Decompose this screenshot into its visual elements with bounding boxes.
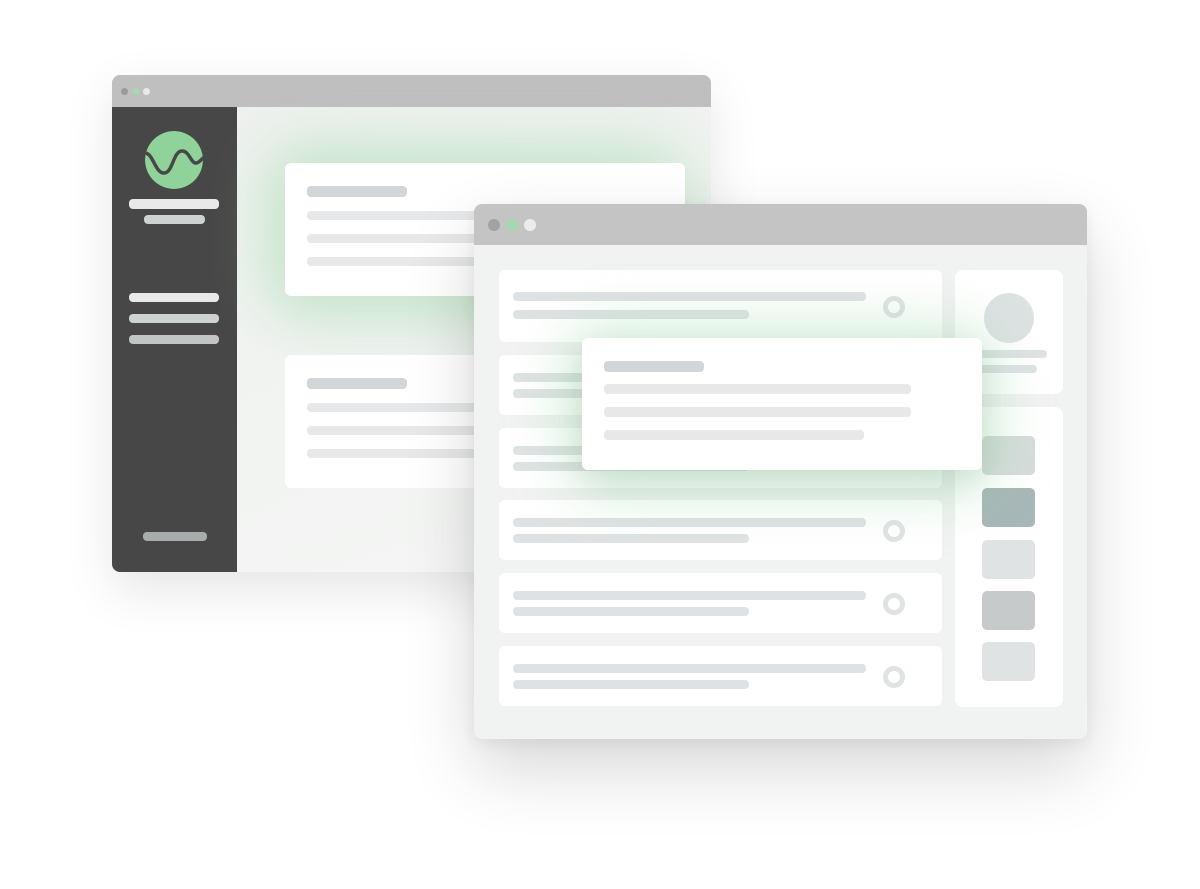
sidebar-nav-item-2[interactable] [129, 314, 219, 323]
popup-line-placeholder [604, 407, 911, 417]
close-dot-icon[interactable] [488, 218, 500, 231]
radio-circle-icon[interactable] [883, 666, 905, 688]
list-item-title-placeholder [513, 664, 866, 673]
profile-subtitle-placeholder [979, 365, 1037, 373]
list-item[interactable] [499, 646, 942, 706]
illustration-stage [0, 0, 1200, 889]
list-item-title-placeholder [513, 292, 866, 301]
wave-logo-icon [145, 131, 203, 189]
radio-circle-icon[interactable] [883, 296, 905, 318]
color-swatch[interactable] [982, 488, 1035, 527]
sidebar-nav-item-3[interactable] [129, 335, 219, 344]
minimize-dot-icon[interactable] [524, 218, 536, 231]
card-title-placeholder [307, 378, 407, 389]
popup-title-placeholder [604, 361, 704, 372]
popup-line-placeholder [604, 384, 911, 394]
list-item[interactable] [499, 573, 942, 633]
sidebar-footer-item[interactable] [143, 532, 207, 541]
list-item-subtitle-placeholder [513, 607, 749, 616]
radio-circle-icon[interactable] [883, 593, 905, 615]
app-name-placeholder [129, 199, 219, 209]
sidebar-nav-item-1[interactable] [129, 293, 219, 302]
minimize-dot-icon[interactable] [143, 87, 150, 95]
popup-line-placeholder [604, 430, 864, 440]
floating-popup-card[interactable] [582, 338, 982, 470]
avatar-placeholder-icon[interactable] [984, 293, 1034, 343]
color-swatch[interactable] [982, 436, 1035, 475]
sidebar [112, 107, 237, 572]
list-item[interactable] [499, 500, 942, 560]
list-item-title-placeholder [513, 518, 866, 527]
color-swatch[interactable] [982, 591, 1035, 630]
list-item-subtitle-placeholder [513, 534, 749, 543]
list-item-subtitle-placeholder [513, 310, 749, 319]
maximize-dot-icon[interactable] [506, 218, 518, 231]
front-window-titlebar [474, 204, 1087, 245]
radio-circle-icon[interactable] [883, 520, 905, 542]
list-item-subtitle-placeholder [513, 680, 749, 689]
back-window-titlebar [112, 75, 711, 107]
color-swatch[interactable] [982, 642, 1035, 681]
card-title-placeholder [307, 186, 407, 197]
list-item[interactable] [499, 270, 942, 342]
color-swatch[interactable] [982, 540, 1035, 579]
close-dot-icon[interactable] [121, 87, 128, 95]
app-subtitle-placeholder [144, 215, 205, 224]
list-item-title-placeholder [513, 591, 866, 600]
front-window [474, 204, 1087, 739]
maximize-dot-icon[interactable] [132, 87, 139, 95]
